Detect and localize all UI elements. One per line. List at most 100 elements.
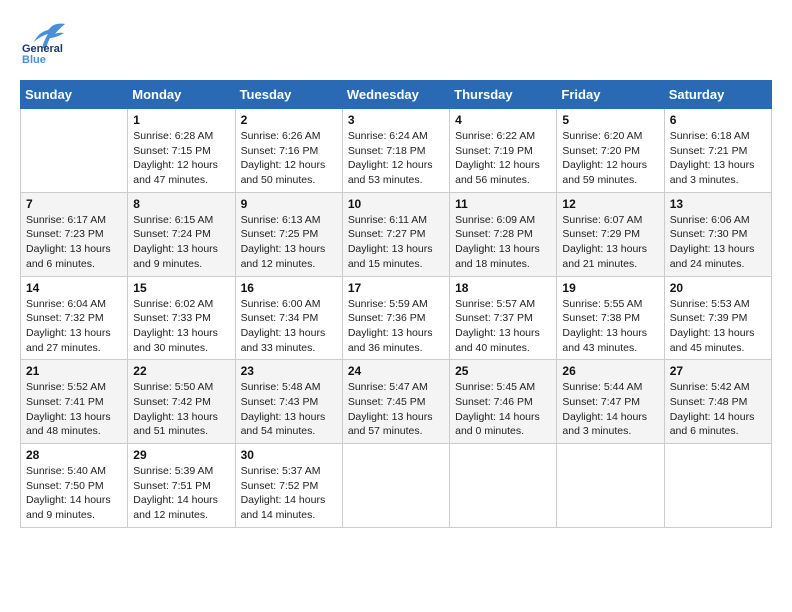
day-number: 24 xyxy=(348,364,444,378)
calendar-cell: 29 Sunrise: 5:39 AM Sunset: 7:51 PM Dayli… xyxy=(128,444,235,528)
calendar-cell: 6Sunrise: 6:18 AM Sunset: 7:21 PM Daylig… xyxy=(664,109,771,193)
calendar-cell: 17Sunrise: 5:59 AM Sunset: 7:36 PM Dayli… xyxy=(342,276,449,360)
day-number: 25 xyxy=(455,364,551,378)
day-info: Sunrise: 6:07 AM Sunset: 7:29 PM Dayligh… xyxy=(562,213,658,272)
calendar-cell: 10 Sunrise: 6:11 AM Sunset: 7:27 PM Dayli… xyxy=(342,192,449,276)
day-number: 22 xyxy=(133,364,229,378)
calendar-cell: 7 Sunrise: 6:17 AM Sunset: 7:23 PM Daylig… xyxy=(21,192,128,276)
calendar-header-row: SundayMondayTuesdayWednesdayThursdayFrid… xyxy=(21,81,772,109)
calendar-cell: 25 Sunrise: 5:45 AM Sunset: 7:46 PM Dayli… xyxy=(450,360,557,444)
calendar-cell xyxy=(557,444,664,528)
day-info: Sunrise: 5:44 AM Sunset: 7:47 PM Dayligh… xyxy=(562,380,658,439)
calendar-cell: 9 Sunrise: 6:13 AM Sunset: 7:25 PM Daylig… xyxy=(235,192,342,276)
day-number: 5 xyxy=(562,113,658,127)
day-info: Sunrise: 5:37 AM Sunset: 7:52 PM Dayligh… xyxy=(241,464,337,523)
day-info: Sunrise: 6:22 AM Sunset: 7:19 PM Dayligh… xyxy=(455,129,551,188)
day-number: 6 xyxy=(670,113,766,127)
weekday-header: Sunday xyxy=(21,81,128,109)
day-number: 8 xyxy=(133,197,229,211)
day-number: 13 xyxy=(670,197,766,211)
calendar-cell: 23 Sunrise: 5:48 AM Sunset: 7:43 PM Dayli… xyxy=(235,360,342,444)
weekday-header: Friday xyxy=(557,81,664,109)
calendar-cell: 27 Sunrise: 5:42 AM Sunset: 7:48 PM Dayli… xyxy=(664,360,771,444)
calendar-cell: 21Sunrise: 5:52 AM Sunset: 7:41 PM Dayli… xyxy=(21,360,128,444)
logo: General Blue xyxy=(20,20,70,70)
day-info: Sunrise: 5:55 AM Sunset: 7:38 PM Dayligh… xyxy=(562,297,658,356)
day-number: 28 xyxy=(26,448,122,462)
calendar-cell: 12 Sunrise: 6:07 AM Sunset: 7:29 PM Dayli… xyxy=(557,192,664,276)
day-info: Sunrise: 6:06 AM Sunset: 7:30 PM Dayligh… xyxy=(670,213,766,272)
day-number: 27 xyxy=(670,364,766,378)
day-info: Sunrise: 5:42 AM Sunset: 7:48 PM Dayligh… xyxy=(670,380,766,439)
calendar-cell: 1Sunrise: 6:28 AM Sunset: 7:15 PM Daylig… xyxy=(128,109,235,193)
calendar-cell: 13 Sunrise: 6:06 AM Sunset: 7:30 PM Dayli… xyxy=(664,192,771,276)
calendar-week-row: 21Sunrise: 5:52 AM Sunset: 7:41 PM Dayli… xyxy=(21,360,772,444)
day-number: 30 xyxy=(241,448,337,462)
day-number: 18 xyxy=(455,281,551,295)
day-number: 11 xyxy=(455,197,551,211)
day-number: 4 xyxy=(455,113,551,127)
day-info: Sunrise: 5:48 AM Sunset: 7:43 PM Dayligh… xyxy=(241,380,337,439)
day-number: 17 xyxy=(348,281,444,295)
day-number: 3 xyxy=(348,113,444,127)
day-number: 14 xyxy=(26,281,122,295)
day-number: 12 xyxy=(562,197,658,211)
calendar-cell: 19 Sunrise: 5:55 AM Sunset: 7:38 PM Dayli… xyxy=(557,276,664,360)
weekday-header: Wednesday xyxy=(342,81,449,109)
calendar-cell: 8 Sunrise: 6:15 AM Sunset: 7:24 PM Daylig… xyxy=(128,192,235,276)
calendar-week-row: 7 Sunrise: 6:17 AM Sunset: 7:23 PM Daylig… xyxy=(21,192,772,276)
calendar-week-row: 1Sunrise: 6:28 AM Sunset: 7:15 PM Daylig… xyxy=(21,109,772,193)
day-info: Sunrise: 6:20 AM Sunset: 7:20 PM Dayligh… xyxy=(562,129,658,188)
calendar-cell: 11 Sunrise: 6:09 AM Sunset: 7:28 PM Dayli… xyxy=(450,192,557,276)
day-number: 1 xyxy=(133,113,229,127)
day-info: Sunrise: 5:40 AM Sunset: 7:50 PM Dayligh… xyxy=(26,464,122,523)
day-number: 9 xyxy=(241,197,337,211)
day-number: 16 xyxy=(241,281,337,295)
day-info: Sunrise: 5:39 AM Sunset: 7:51 PM Dayligh… xyxy=(133,464,229,523)
calendar-cell: 22 Sunrise: 5:50 AM Sunset: 7:42 PM Dayli… xyxy=(128,360,235,444)
calendar-cell: 30 Sunrise: 5:37 AM Sunset: 7:52 PM Dayli… xyxy=(235,444,342,528)
day-info: Sunrise: 6:04 AM Sunset: 7:32 PM Dayligh… xyxy=(26,297,122,356)
calendar-cell xyxy=(21,109,128,193)
calendar-cell: 16 Sunrise: 6:00 AM Sunset: 7:34 PM Dayli… xyxy=(235,276,342,360)
day-info: Sunrise: 5:45 AM Sunset: 7:46 PM Dayligh… xyxy=(455,380,551,439)
calendar-cell: 5 Sunrise: 6:20 AM Sunset: 7:20 PM Daylig… xyxy=(557,109,664,193)
weekday-header: Saturday xyxy=(664,81,771,109)
calendar-week-row: 14 Sunrise: 6:04 AM Sunset: 7:32 PM Dayli… xyxy=(21,276,772,360)
calendar-cell: 3 Sunrise: 6:24 AM Sunset: 7:18 PM Daylig… xyxy=(342,109,449,193)
day-number: 2 xyxy=(241,113,337,127)
day-number: 15 xyxy=(133,281,229,295)
calendar-cell xyxy=(342,444,449,528)
calendar-cell: 4 Sunrise: 6:22 AM Sunset: 7:19 PM Daylig… xyxy=(450,109,557,193)
calendar-cell xyxy=(450,444,557,528)
day-number: 20 xyxy=(670,281,766,295)
day-info: Sunrise: 6:17 AM Sunset: 7:23 PM Dayligh… xyxy=(26,213,122,272)
calendar-week-row: 28 Sunrise: 5:40 AM Sunset: 7:50 PM Dayli… xyxy=(21,444,772,528)
calendar-cell: 14 Sunrise: 6:04 AM Sunset: 7:32 PM Dayli… xyxy=(21,276,128,360)
calendar-cell xyxy=(664,444,771,528)
day-info: Sunrise: 6:00 AM Sunset: 7:34 PM Dayligh… xyxy=(241,297,337,356)
weekday-header: Tuesday xyxy=(235,81,342,109)
day-info: Sunrise: 5:57 AM Sunset: 7:37 PM Dayligh… xyxy=(455,297,551,356)
day-info: Sunrise: 6:24 AM Sunset: 7:18 PM Dayligh… xyxy=(348,129,444,188)
day-number: 23 xyxy=(241,364,337,378)
calendar-cell: 2 Sunrise: 6:26 AM Sunset: 7:16 PM Daylig… xyxy=(235,109,342,193)
day-number: 19 xyxy=(562,281,658,295)
day-info: Sunrise: 6:11 AM Sunset: 7:27 PM Dayligh… xyxy=(348,213,444,272)
day-info: Sunrise: 6:26 AM Sunset: 7:16 PM Dayligh… xyxy=(241,129,337,188)
day-info: Sunrise: 5:50 AM Sunset: 7:42 PM Dayligh… xyxy=(133,380,229,439)
weekday-header: Thursday xyxy=(450,81,557,109)
day-info: Sunrise: 6:13 AM Sunset: 7:25 PM Dayligh… xyxy=(241,213,337,272)
calendar-cell: 26 Sunrise: 5:44 AM Sunset: 7:47 PM Dayli… xyxy=(557,360,664,444)
page-header: General Blue xyxy=(20,20,772,70)
day-info: Sunrise: 6:15 AM Sunset: 7:24 PM Dayligh… xyxy=(133,213,229,272)
day-info: Sunrise: 6:09 AM Sunset: 7:28 PM Dayligh… xyxy=(455,213,551,272)
calendar-cell: 18 Sunrise: 5:57 AM Sunset: 7:37 PM Dayli… xyxy=(450,276,557,360)
day-number: 26 xyxy=(562,364,658,378)
day-number: 10 xyxy=(348,197,444,211)
day-number: 29 xyxy=(133,448,229,462)
calendar-cell: 15 Sunrise: 6:02 AM Sunset: 7:33 PM Dayli… xyxy=(128,276,235,360)
calendar-table: SundayMondayTuesdayWednesdayThursdayFrid… xyxy=(20,80,772,528)
day-info: Sunrise: 6:02 AM Sunset: 7:33 PM Dayligh… xyxy=(133,297,229,356)
day-number: 7 xyxy=(26,197,122,211)
